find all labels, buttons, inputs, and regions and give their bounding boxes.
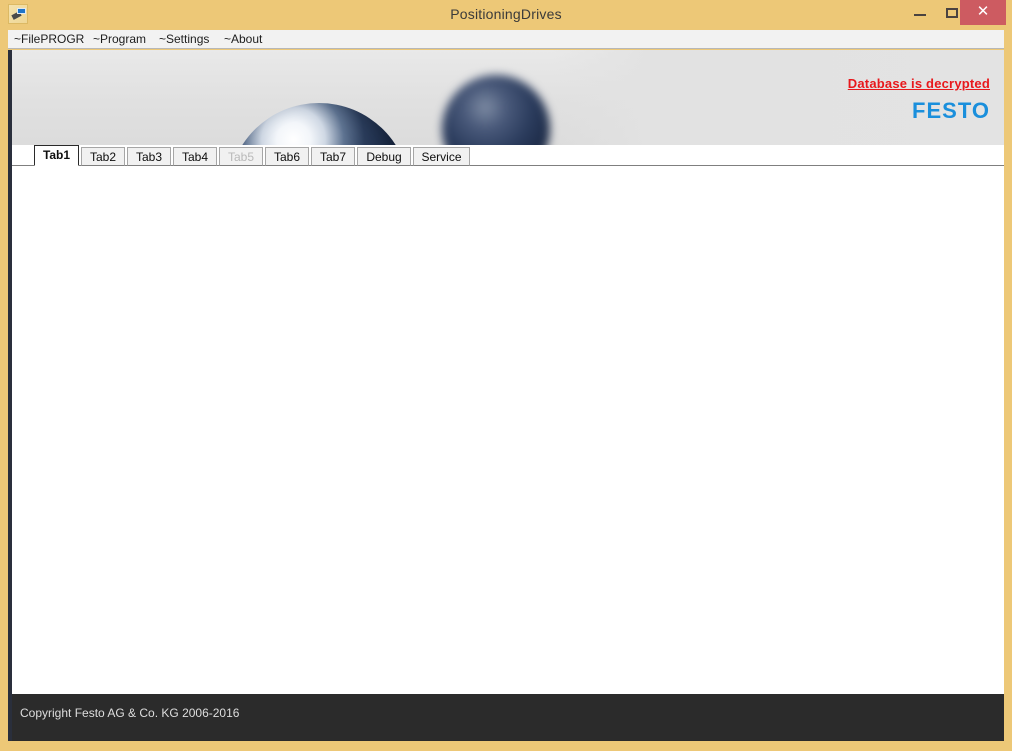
window-title: PositioningDrives <box>450 6 562 22</box>
tab-strip: Tab1 Tab2 Tab3 Tab4 Tab5 Tab6 Tab7 Debug… <box>12 145 1004 166</box>
tab-debug[interactable]: Debug <box>357 147 411 166</box>
tab-tab6[interactable]: Tab6 <box>265 147 309 166</box>
minimize-icon <box>914 14 926 16</box>
tab-tab2[interactable]: Tab2 <box>81 147 125 166</box>
menu-item-file-progr[interactable]: ~FilePROGR <box>10 30 88 48</box>
tab-tab7[interactable]: Tab7 <box>311 147 355 166</box>
title-bar: PositioningDrives ✕ <box>0 0 1012 30</box>
close-button[interactable]: ✕ <box>960 0 1006 25</box>
menu-item-program[interactable]: ~Program <box>89 30 150 48</box>
menu-bar: ~FilePROGR ~Program ~Settings ~About <box>8 30 1004 49</box>
header-banner: Database is decrypted FESTO <box>12 50 1004 145</box>
client-area: Database is decrypted FESTO Tab1 Tab2 Ta… <box>8 50 1004 741</box>
menu-item-settings[interactable]: ~Settings <box>155 30 213 48</box>
copyright-label: Copyright Festo AG & Co. KG 2006-2016 <box>20 706 240 720</box>
tab-tab5: Tab5 <box>219 147 263 166</box>
database-status-label: Database is decrypted <box>847 76 990 91</box>
close-icon: ✕ <box>976 3 990 20</box>
tab-tab4[interactable]: Tab4 <box>173 147 217 166</box>
menu-item-about[interactable]: ~About <box>220 30 266 48</box>
maximize-icon <box>946 8 958 18</box>
tab-service[interactable]: Service <box>413 147 470 166</box>
application-window: PositioningDrives ✕ ~FilePROGR ~Program … <box>0 0 1012 751</box>
tab-page-content <box>12 166 1004 694</box>
tab-tab1[interactable]: Tab1 <box>34 145 79 166</box>
tab-tab3[interactable]: Tab3 <box>127 147 171 166</box>
footer-bar: Copyright Festo AG & Co. KG 2006-2016 <box>12 694 1004 741</box>
festo-logo: FESTO <box>912 98 990 123</box>
